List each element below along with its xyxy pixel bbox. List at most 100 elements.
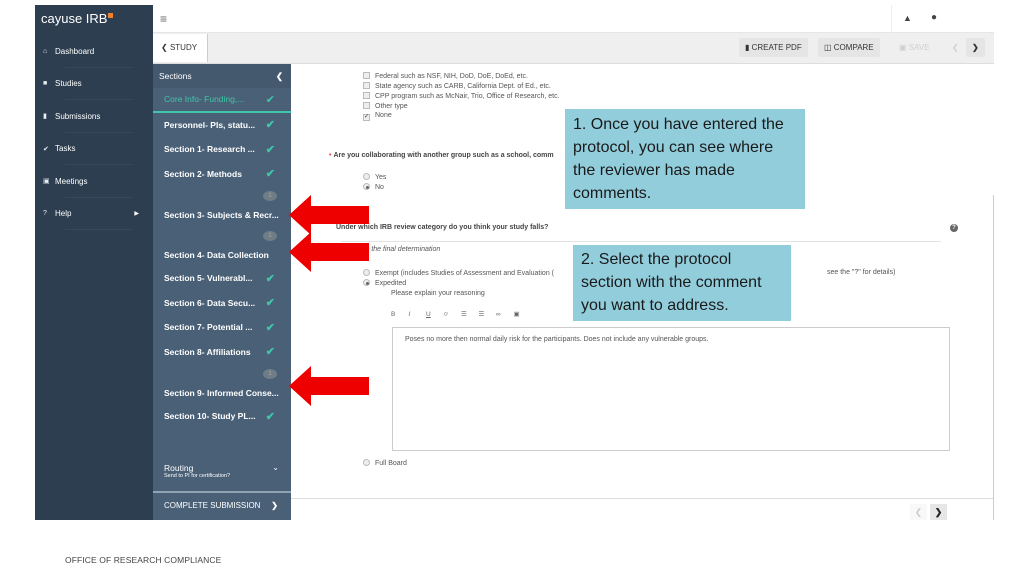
section-item-10[interactable]: Section 10- Study PL... ✔ <box>153 404 291 429</box>
previous-section-button[interactable]: ❮ <box>946 38 965 57</box>
comment-bubble-icon: 1 <box>263 369 277 379</box>
section-item-8[interactable]: Section 8- Affiliations ✔ <box>153 340 291 365</box>
section-label: Section 6- Data Secu... <box>164 297 256 308</box>
section-item-2[interactable]: Section 2- Methods ✔ <box>153 162 291 187</box>
radio-selected[interactable] <box>363 279 370 286</box>
question-text: Are you collaborating with another group… <box>333 152 554 159</box>
category-option-expedited[interactable]: Expedited <box>363 279 406 287</box>
compare-label: COMPARE <box>833 43 874 52</box>
funding-option-federal[interactable]: Federal such as NSF, NIH, DoD, DoE, DoEd… <box>363 72 528 80</box>
collab-option-no[interactable]: No <box>363 183 384 191</box>
radio-selected[interactable] <box>363 183 370 190</box>
back-to-study-button[interactable]: ❮ STUDY <box>153 34 208 62</box>
brand-name: cayuse IRB <box>41 11 108 26</box>
arrow-shape <box>289 232 369 272</box>
user-icon[interactable]: ● <box>931 12 937 23</box>
check-icon: ✔ <box>265 93 275 106</box>
red-arrow-icon <box>289 195 369 235</box>
chevron-left-icon: ❮ <box>914 507 923 517</box>
next-page-button[interactable]: ❯ <box>930 504 947 520</box>
checkbox[interactable] <box>363 82 370 89</box>
study-toolbar: ❮ STUDY ▮ CREATE PDF ◫ COMPARE ▣ SAVE ❮ … <box>153 33 994 64</box>
reasoning-text: Poses no more then normal daily risk for… <box>405 336 709 343</box>
nav-item-help[interactable]: ? Help ▶ <box>35 198 153 231</box>
section-label: Section 9- Informed Conse... <box>164 388 279 398</box>
chevron-down-icon: ⌄ <box>272 463 279 472</box>
section-item-4[interactable]: 1 Section 4- Data Collection <box>153 226 291 266</box>
funding-option-cpp[interactable]: CPP program such as McNair, Trio, Office… <box>363 92 560 100</box>
section-item-9[interactable]: 1 Section 9- Informed Conse... <box>153 364 291 404</box>
hamburger-icon[interactable]: ≡ <box>160 12 167 26</box>
arrow-shape <box>289 195 369 235</box>
radio[interactable] <box>363 173 370 180</box>
chevron-right-icon: ❯ <box>934 507 943 517</box>
collab-option-yes[interactable]: Yes <box>363 173 386 181</box>
underline-button[interactable]: U <box>426 311 444 318</box>
bullet-list-button[interactable]: ☰ <box>461 310 479 318</box>
italic-button[interactable]: I <box>409 311 427 318</box>
nav-item-dashboard[interactable]: ⌂ Dashboard <box>35 35 153 68</box>
strikethrough-button[interactable]: ⌭ <box>444 311 462 319</box>
save-button[interactable]: ▣ SAVE <box>893 38 936 57</box>
compare-button[interactable]: ◫ COMPARE <box>818 38 880 57</box>
comment-bubble-icon: 1 <box>263 231 277 241</box>
section-item-core-info[interactable]: Core Info- Funding,... ✔ <box>153 88 291 113</box>
create-pdf-label: CREATE PDF <box>751 43 802 52</box>
funding-option-none[interactable]: ✓ None <box>363 112 392 121</box>
check-icon: ✔ <box>265 321 275 334</box>
option-label: Exempt (includes Studies of Assessment a… <box>375 270 554 277</box>
checkbox[interactable] <box>363 92 370 99</box>
option-label: Full Board <box>375 460 407 467</box>
chevron-left-icon: ❮ <box>952 43 959 52</box>
help-icon[interactable]: ? <box>950 224 958 232</box>
category-option-exempt[interactable]: Exempt (includes Studies of Assessment a… <box>363 269 554 277</box>
sections-panel: Sections ❮ Core Info- Funding,... ✔ Person… <box>153 64 291 520</box>
funding-option-other[interactable]: Other type <box>363 102 408 110</box>
bell-icon[interactable]: ▲ <box>903 13 912 23</box>
previous-page-button[interactable]: ❮ <box>910 504 927 520</box>
file-icon: ▮ <box>43 113 47 121</box>
category-option-full-board[interactable]: Full Board <box>363 459 407 467</box>
check-icon: ✔ <box>265 143 275 156</box>
routing-toggle[interactable]: Routing Send to PI for certification? ⌄ <box>153 459 291 489</box>
option-label: Federal such as NSF, NIH, DoD, DoE, DoEd… <box>375 73 528 80</box>
checkbox[interactable] <box>363 102 370 109</box>
chevron-left-icon: ❮ <box>161 43 170 52</box>
comment-bubble-icon: 1 <box>263 191 277 201</box>
nav-item-meetings[interactable]: ▣ Meetings <box>35 165 153 198</box>
file-icon: ▮ <box>745 43 752 52</box>
sections-title: Sections <box>159 71 192 81</box>
collaboration-question: • Are you collaborating with another grou… <box>329 152 554 159</box>
next-section-button[interactable]: ❯ <box>966 38 985 57</box>
section-item-6[interactable]: Section 6- Data Secu... ✔ <box>153 291 291 316</box>
check-icon: ✔ <box>265 272 275 285</box>
funding-option-state[interactable]: State agency such as CARB, California De… <box>363 82 551 90</box>
collapse-panel-icon[interactable]: ❮ <box>276 64 283 88</box>
create-pdf-button[interactable]: ▮ CREATE PDF <box>739 38 808 57</box>
reasoning-editor[interactable]: Poses no more then normal daily risk for… <box>392 327 950 451</box>
section-label: Core Info- Funding,... <box>164 94 245 105</box>
divider <box>891 5 892 33</box>
checkbox-checked[interactable]: ✓ <box>363 114 370 121</box>
section-item-1[interactable]: Section 1- Research ... ✔ <box>153 137 291 162</box>
divider <box>341 241 941 242</box>
image-button[interactable]: ▣ <box>514 310 532 318</box>
section-item-5[interactable]: Section 5- Vulnerabl... ✔ <box>153 266 291 291</box>
option-label: Expedited <box>375 280 407 287</box>
nav-item-submissions[interactable]: ▮ Submissions <box>35 100 153 133</box>
section-item-3[interactable]: 1 Section 3- Subjects & Recr... <box>153 186 291 226</box>
checkbox[interactable] <box>363 72 370 79</box>
nav-item-tasks[interactable]: ✔ Tasks <box>35 133 153 166</box>
radio[interactable] <box>363 459 370 466</box>
section-item-personnel[interactable]: Personnel- PIs, statu... ✔ <box>153 113 291 138</box>
bold-button[interactable]: B <box>391 311 409 318</box>
main-nav: cayuse IRB ⌂ Dashboard ■ Studies ▮ Submissi… <box>35 5 153 520</box>
section-item-7[interactable]: Section 7- Potential ... ✔ <box>153 315 291 340</box>
section-label: Section 8- Affiliations <box>164 346 251 357</box>
home-icon: ⌂ <box>43 47 48 55</box>
option-label: State agency such as CARB, California De… <box>375 83 551 90</box>
complete-submission-button[interactable]: COMPLETE SUBMISSION ❯ <box>153 491 291 520</box>
link-button[interactable]: ∞ <box>496 311 514 318</box>
numbered-list-button[interactable]: ☰ <box>479 310 497 318</box>
nav-item-studies[interactable]: ■ Studies <box>35 68 153 101</box>
